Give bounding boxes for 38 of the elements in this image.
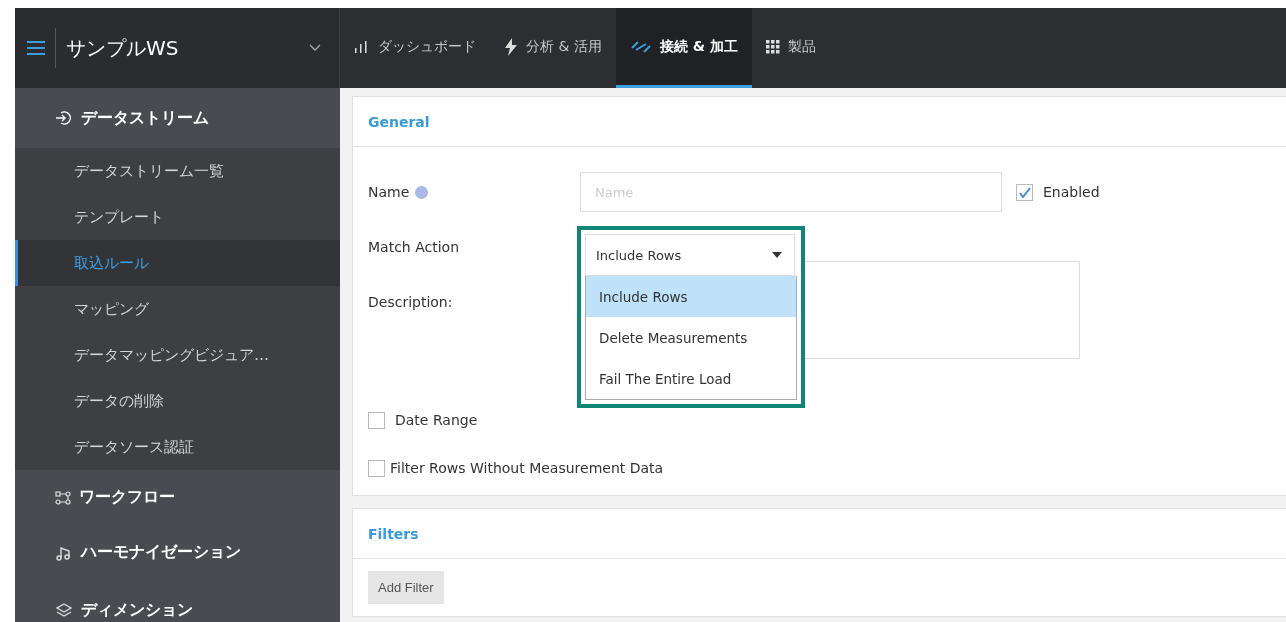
layers-icon bbox=[55, 602, 73, 618]
section-title: Filters bbox=[368, 525, 419, 542]
sidebar-item[interactable]: 取込ルール bbox=[15, 240, 340, 286]
nav-tab[interactable]: 製品 bbox=[751, 8, 830, 88]
lightning-icon bbox=[504, 37, 518, 56]
match-action-dropdown[interactable]: Include Rows bbox=[585, 234, 795, 276]
caret-icon bbox=[772, 252, 782, 258]
sidebar-item[interactable]: データマッピングビジュア… bbox=[15, 332, 340, 378]
field-label: Description: bbox=[368, 294, 453, 310]
checkbox-row[interactable]: Filter Rows Without Measurement Data bbox=[368, 459, 664, 477]
enabled-checkbox[interactable]: Enabled bbox=[1016, 183, 1271, 201]
grid-icon bbox=[765, 39, 780, 54]
sidebar-section[interactable]: データストリーム bbox=[15, 88, 340, 148]
enter-icon bbox=[55, 110, 73, 126]
sidebar-section[interactable]: ワークフロー bbox=[15, 470, 340, 525]
sidebar-item[interactable]: データソース認証 bbox=[15, 424, 340, 470]
sidebar-section[interactable]: ハーモナイゼーション bbox=[15, 525, 340, 580]
sidebar-section[interactable]: ディメンション bbox=[15, 580, 340, 622]
checkbox-row[interactable]: Date Range bbox=[368, 411, 478, 429]
checkmark-icon bbox=[1018, 186, 1031, 198]
workspace-name: サンプルWS bbox=[66, 34, 180, 62]
field-label: Name bbox=[368, 184, 429, 200]
dropdown-option[interactable]: Include Rows bbox=[586, 276, 796, 317]
sidebar-item[interactable]: データストリーム一覧 bbox=[15, 148, 340, 194]
sidebar-item[interactable]: テンプレート bbox=[15, 194, 340, 240]
bar-chart-icon bbox=[354, 39, 370, 54]
add-filter-button[interactable]: Add Filter bbox=[368, 571, 444, 604]
field-label: Match Action bbox=[368, 239, 459, 255]
sidebar-item[interactable]: マッピング bbox=[15, 286, 340, 332]
chevron-down-icon[interactable] bbox=[309, 44, 321, 52]
nav-tab[interactable]: 分析 & 活用 bbox=[490, 8, 616, 88]
nav-tab[interactable]: ダッシュボード bbox=[340, 8, 490, 88]
nav-tab[interactable]: 接続 & 加工 bbox=[615, 8, 752, 88]
menu-icon[interactable] bbox=[27, 41, 45, 55]
section-title: General bbox=[368, 113, 430, 130]
workflow-icon bbox=[55, 489, 71, 506]
music-notes-icon bbox=[55, 544, 73, 561]
sidebar-item[interactable]: データの削除 bbox=[15, 378, 340, 424]
